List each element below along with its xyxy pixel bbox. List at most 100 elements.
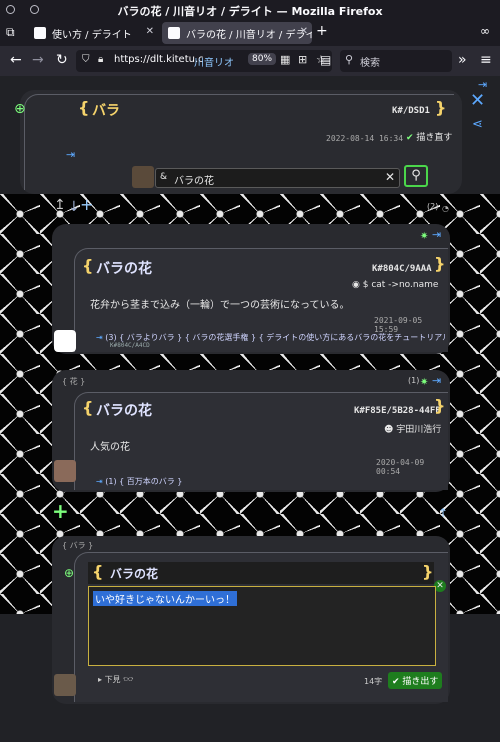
reader-icon[interactable]: ▦	[280, 53, 290, 66]
link-arrow-icon[interactable]: ⇥	[432, 228, 441, 242]
add-new-icon[interactable]: +	[52, 501, 69, 521]
new-tab-icon[interactable]: +	[316, 24, 328, 38]
card-id[interactable]: K#F85E/5B28-44FE	[354, 406, 441, 416]
search-input[interactable]: & バラの花	[155, 168, 400, 188]
card-id[interactable]: K#804C/9AAA	[372, 264, 432, 274]
author-avatar[interactable]	[54, 330, 76, 352]
globe-icon[interactable]: ⊕	[64, 566, 74, 580]
private-browsing-icon: ∞	[480, 24, 490, 38]
user-avatar[interactable]	[54, 674, 76, 696]
share-icon[interactable]: ⋖	[472, 118, 483, 132]
url-text[interactable]: https://dlt.kitetu.c	[114, 54, 204, 65]
card-author[interactable]: ☻ 宇田川浩行	[384, 422, 441, 435]
submit-label: 描き出す	[402, 677, 439, 687]
search-bar[interactable]: ⚲ 検索	[340, 50, 452, 72]
content-editor[interactable]: いや好きじゃないんかーいっ！	[88, 586, 436, 666]
url-bar[interactable]: ⛉ 🔒︎ https://dlt.kitetu.c 川音リオ 80% ▦ ⊞ ☆	[76, 50, 332, 72]
section-count: (1)	[408, 376, 420, 385]
search-icon: ⚲	[345, 53, 354, 66]
card-body-text: 花弁から茎まで込み（一輪）で一つの芸術になっている。	[90, 300, 350, 311]
window-titlebar: バラの花 / 川音リオ / デライト — Mozilla Firefox	[0, 0, 500, 20]
author-name: $ cat ->no.name	[362, 280, 439, 290]
green-star-icon[interactable]: ✷	[420, 230, 428, 244]
link-arrow-icon: ⇥	[96, 333, 103, 342]
tab-label: 使い方 / デライト	[52, 30, 132, 41]
page-content: ⇥ ⊕ { バラ K#/DSD1 } 2022-08-14 16:34 ✔ 描き…	[0, 76, 500, 742]
card-title[interactable]: バラの花	[96, 258, 152, 278]
author-name: 宇田川浩行	[396, 425, 442, 435]
menu-icon[interactable]: ≡	[480, 53, 492, 67]
card-title[interactable]: バラの花	[96, 400, 152, 420]
tab-bar: ⧉ 使い方 / デライト ✕ バラの花 / 川音リオ / デライト ✕ + ∞	[0, 20, 500, 46]
green-star-icon[interactable]: ✷	[420, 376, 428, 390]
glasses-icon: 👓︎	[123, 675, 134, 684]
close-tab-icon[interactable]: ✕	[300, 26, 308, 37]
author-avatar[interactable]	[54, 460, 76, 482]
tag-text: (3) { バラよりバラ } { バラの花選手権 } { デライトの使い方にある…	[105, 333, 446, 342]
result-card: ✷ ⇥ { バラの花 K#804C/9AAA } ◉ $ cat ->no.na…	[52, 224, 450, 354]
brace-open: {	[78, 98, 90, 117]
search-value[interactable]: バラの花	[174, 172, 214, 187]
brace-close: }	[434, 254, 446, 273]
tab-usage[interactable]: 使い方 / デライト ✕	[28, 22, 158, 44]
forward-icon[interactable]: →	[32, 53, 44, 67]
editor-text[interactable]: いや好きじゃないんかーいっ！	[93, 591, 237, 606]
tab-rose[interactable]: バラの花 / 川音リオ / デライト ✕	[162, 22, 312, 44]
redraw-button[interactable]: ✔ 描き直す	[406, 130, 452, 143]
close-tab-icon[interactable]: ✕	[146, 26, 154, 37]
card-date: 2020-04-09 00:54	[376, 458, 425, 476]
reload-icon[interactable]: ↻	[56, 53, 68, 67]
link-arrow-icon[interactable]: ⇥	[66, 148, 75, 162]
new-card-title[interactable]: バラの花	[110, 565, 158, 582]
clear-search-icon[interactable]: ✕	[385, 170, 395, 184]
card-author[interactable]: ◉ $ cat ->no.name	[352, 280, 438, 290]
new-card-section[interactable]: { バラ }	[62, 540, 93, 551]
more-tools-icon[interactable]: »	[458, 53, 467, 67]
window-title: バラの花 / 川音リオ / デライト — Mozilla Firefox	[117, 5, 383, 18]
shield-icon[interactable]: ⛉	[82, 54, 90, 65]
globe-icon[interactable]: ⊕	[14, 102, 26, 116]
url-user-text: 川音リオ	[194, 58, 234, 69]
card-title: バラ	[92, 103, 120, 119]
brace-close: }	[435, 98, 447, 117]
site-favicon-icon	[168, 27, 180, 39]
scroll-up-icon[interactable]: ↑	[438, 506, 448, 520]
link-arrow-icon[interactable]: ⇥	[432, 374, 441, 388]
add-icon[interactable]: +	[80, 197, 93, 213]
tag-id: K#804C/A4CD	[110, 342, 150, 349]
sort-up-icon[interactable]: ↥	[54, 198, 66, 212]
title-input[interactable]: { バラの花 }	[88, 562, 434, 584]
search-and-icon: &	[160, 172, 168, 182]
user-icon: ☻	[384, 425, 394, 435]
card-tags[interactable]: ⇥ (1) { 百万本のバラ }	[96, 476, 396, 487]
navigation-bar: ← → ↻ ⛉ 🔒︎ https://dlt.kitetu.c 川音リオ 80%…	[0, 46, 500, 76]
brace-open: {	[92, 562, 104, 581]
brace-close: }	[434, 396, 446, 415]
lock-icon[interactable]: 🔒︎	[98, 54, 103, 65]
result-count: (2)	[427, 202, 439, 211]
card-section[interactable]: { 花 }	[62, 376, 85, 387]
extensions-icon[interactable]: ▤	[320, 53, 331, 67]
check-icon: ✔	[392, 677, 400, 687]
card-body-text: 人気の花	[90, 442, 130, 453]
brace-open: {	[82, 256, 94, 275]
zoom-level[interactable]: 80%	[248, 53, 277, 65]
preview-label: 下見	[104, 675, 121, 684]
close-icon[interactable]: ✕	[470, 92, 485, 110]
tab-overview-icon[interactable]: ⧉	[6, 25, 15, 39]
result-card: { 花 } (1) ✷ ⇥ { バラの花 K#F85E/5B28-44FE } …	[52, 370, 450, 492]
sort-down-icon[interactable]: ↓	[68, 200, 80, 214]
preview-toggle[interactable]: ▸ 下見 👓︎	[98, 674, 133, 685]
check-icon: ✔	[406, 133, 414, 143]
card-date: 2022-08-14 16:34	[326, 134, 404, 143]
card-id[interactable]: K#/DSD1	[392, 106, 430, 116]
search-button[interactable]: ⚲	[404, 165, 428, 187]
back-icon[interactable]: ←	[10, 53, 22, 67]
tab-label: バラの花 / 川音リオ / デライト	[186, 30, 312, 41]
brace-close: }	[422, 562, 434, 581]
user-avatar[interactable]	[132, 166, 154, 188]
submit-button[interactable]: ✔ 描き出す	[388, 672, 443, 689]
grid-icon[interactable]: ⊞	[298, 53, 307, 66]
redraw-label: 描き直す	[416, 133, 453, 143]
rss-icon[interactable]: ◔	[442, 202, 449, 216]
